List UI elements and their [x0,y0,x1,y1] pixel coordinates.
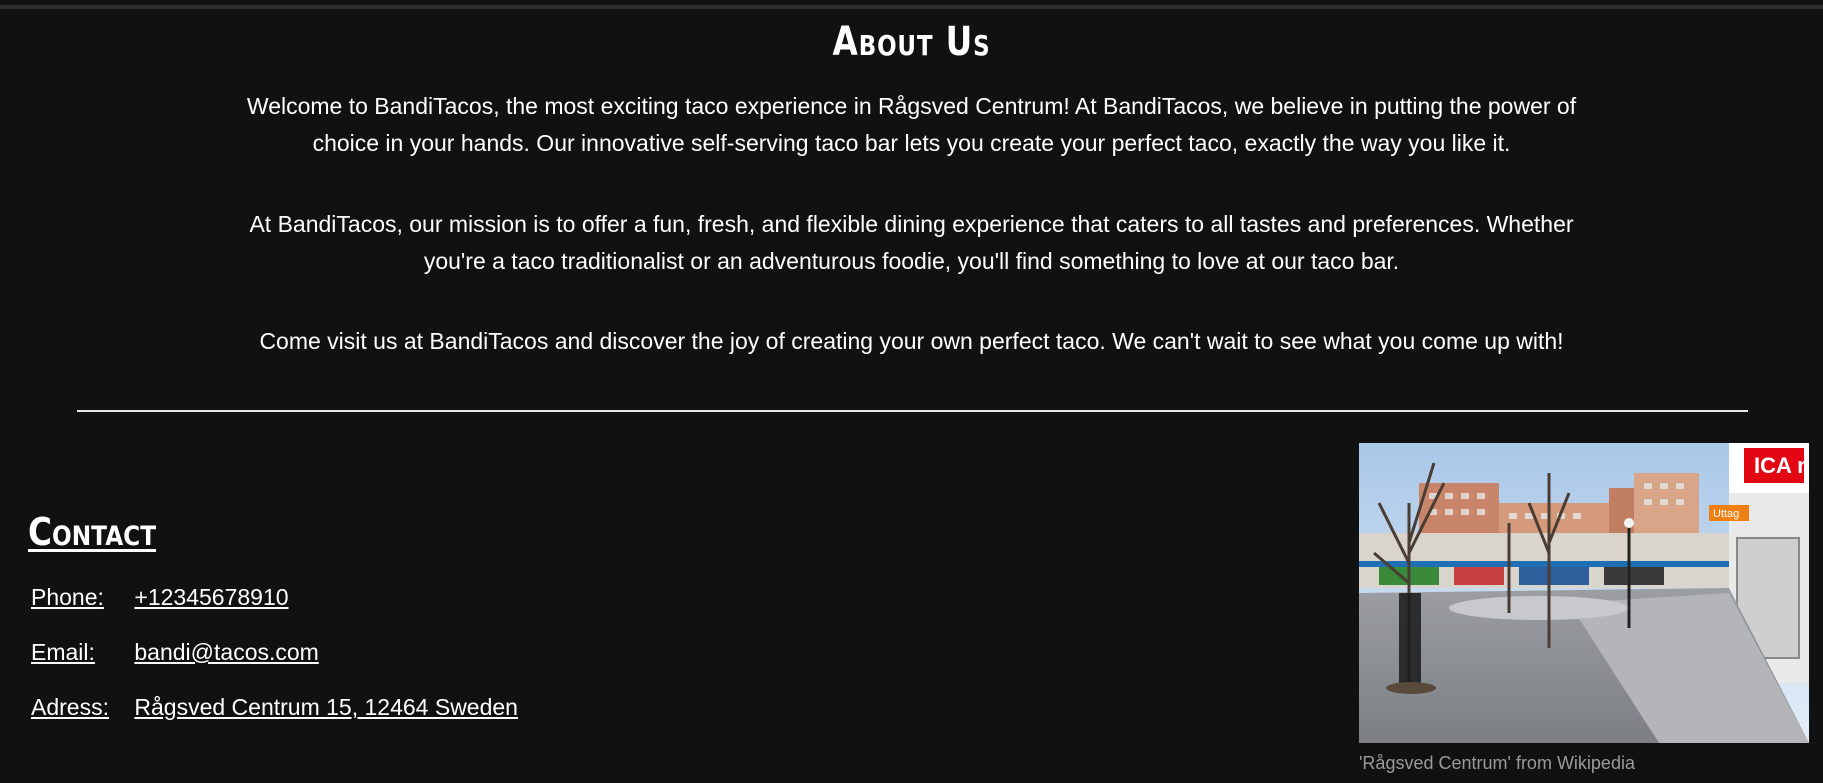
email-link[interactable]: bandi@tacos.com [134,639,318,665]
address-link[interactable]: Rågsved Centrum 15, 12464 Sweden [134,694,518,720]
contact-row-phone: Phone: +12345678910 [31,582,289,612]
phone-link[interactable]: +12345678910 [134,584,288,610]
email-label: Email: [31,639,95,665]
contact-row-address: Adress: Rågsved Centrum 15, 12464 Sweden [31,692,518,722]
section-divider [77,410,1748,412]
about-paragraph-visit: Come visit us at BandiTacos and discover… [259,328,1564,354]
photo-caption: 'Rågsved Centrum' from Wikipedia [1359,753,1635,773]
top-border [0,5,1823,9]
address-label: Adress: [31,694,109,720]
about-title: About Us [832,19,991,65]
uttag-sign-text: Uttag [1713,508,1739,520]
contact-row-email: Email: bandi@tacos.com [31,637,319,667]
about-paragraph-welcome: Welcome to BandiTacos, the most exciting… [246,93,1577,156]
store-sign-text: ICA nä [1754,453,1809,478]
phone-label: Phone: [31,584,104,610]
about-paragraph-mission: At BandiTacos, our mission is to offer a… [249,211,1574,274]
contact-title: Contact [28,510,157,554]
ragsved-centrum-photo: ICA nä Uttag [1359,443,1809,743]
